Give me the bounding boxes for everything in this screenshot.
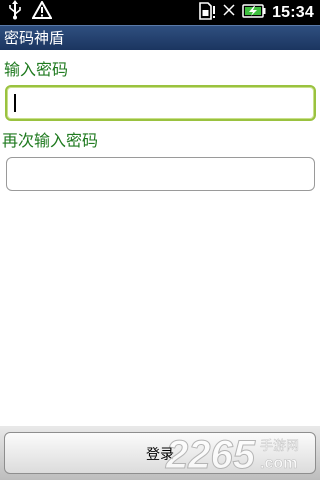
password-field[interactable] [5, 85, 316, 121]
battery-charging-icon [242, 3, 266, 22]
sim-card-icon [198, 1, 216, 24]
signal-icon [222, 2, 236, 24]
status-bar-right: 15:34 [198, 0, 314, 25]
app-title-bar: 密码神盾 [0, 25, 320, 50]
confirm-password-label: 再次输入密码 [2, 131, 99, 150]
confirm-password-field[interactable] [6, 157, 315, 191]
usb-icon [8, 0, 22, 24]
status-bar-left [8, 0, 53, 24]
app-title: 密码神盾 [4, 29, 65, 47]
warning-icon [31, 0, 53, 23]
password-label: 输入密码 [4, 60, 69, 79]
text-cursor [14, 94, 16, 112]
status-bar: 15:34 [0, 0, 320, 25]
status-time: 15:34 [272, 3, 314, 21]
login-button[interactable]: 登录 [4, 432, 316, 474]
